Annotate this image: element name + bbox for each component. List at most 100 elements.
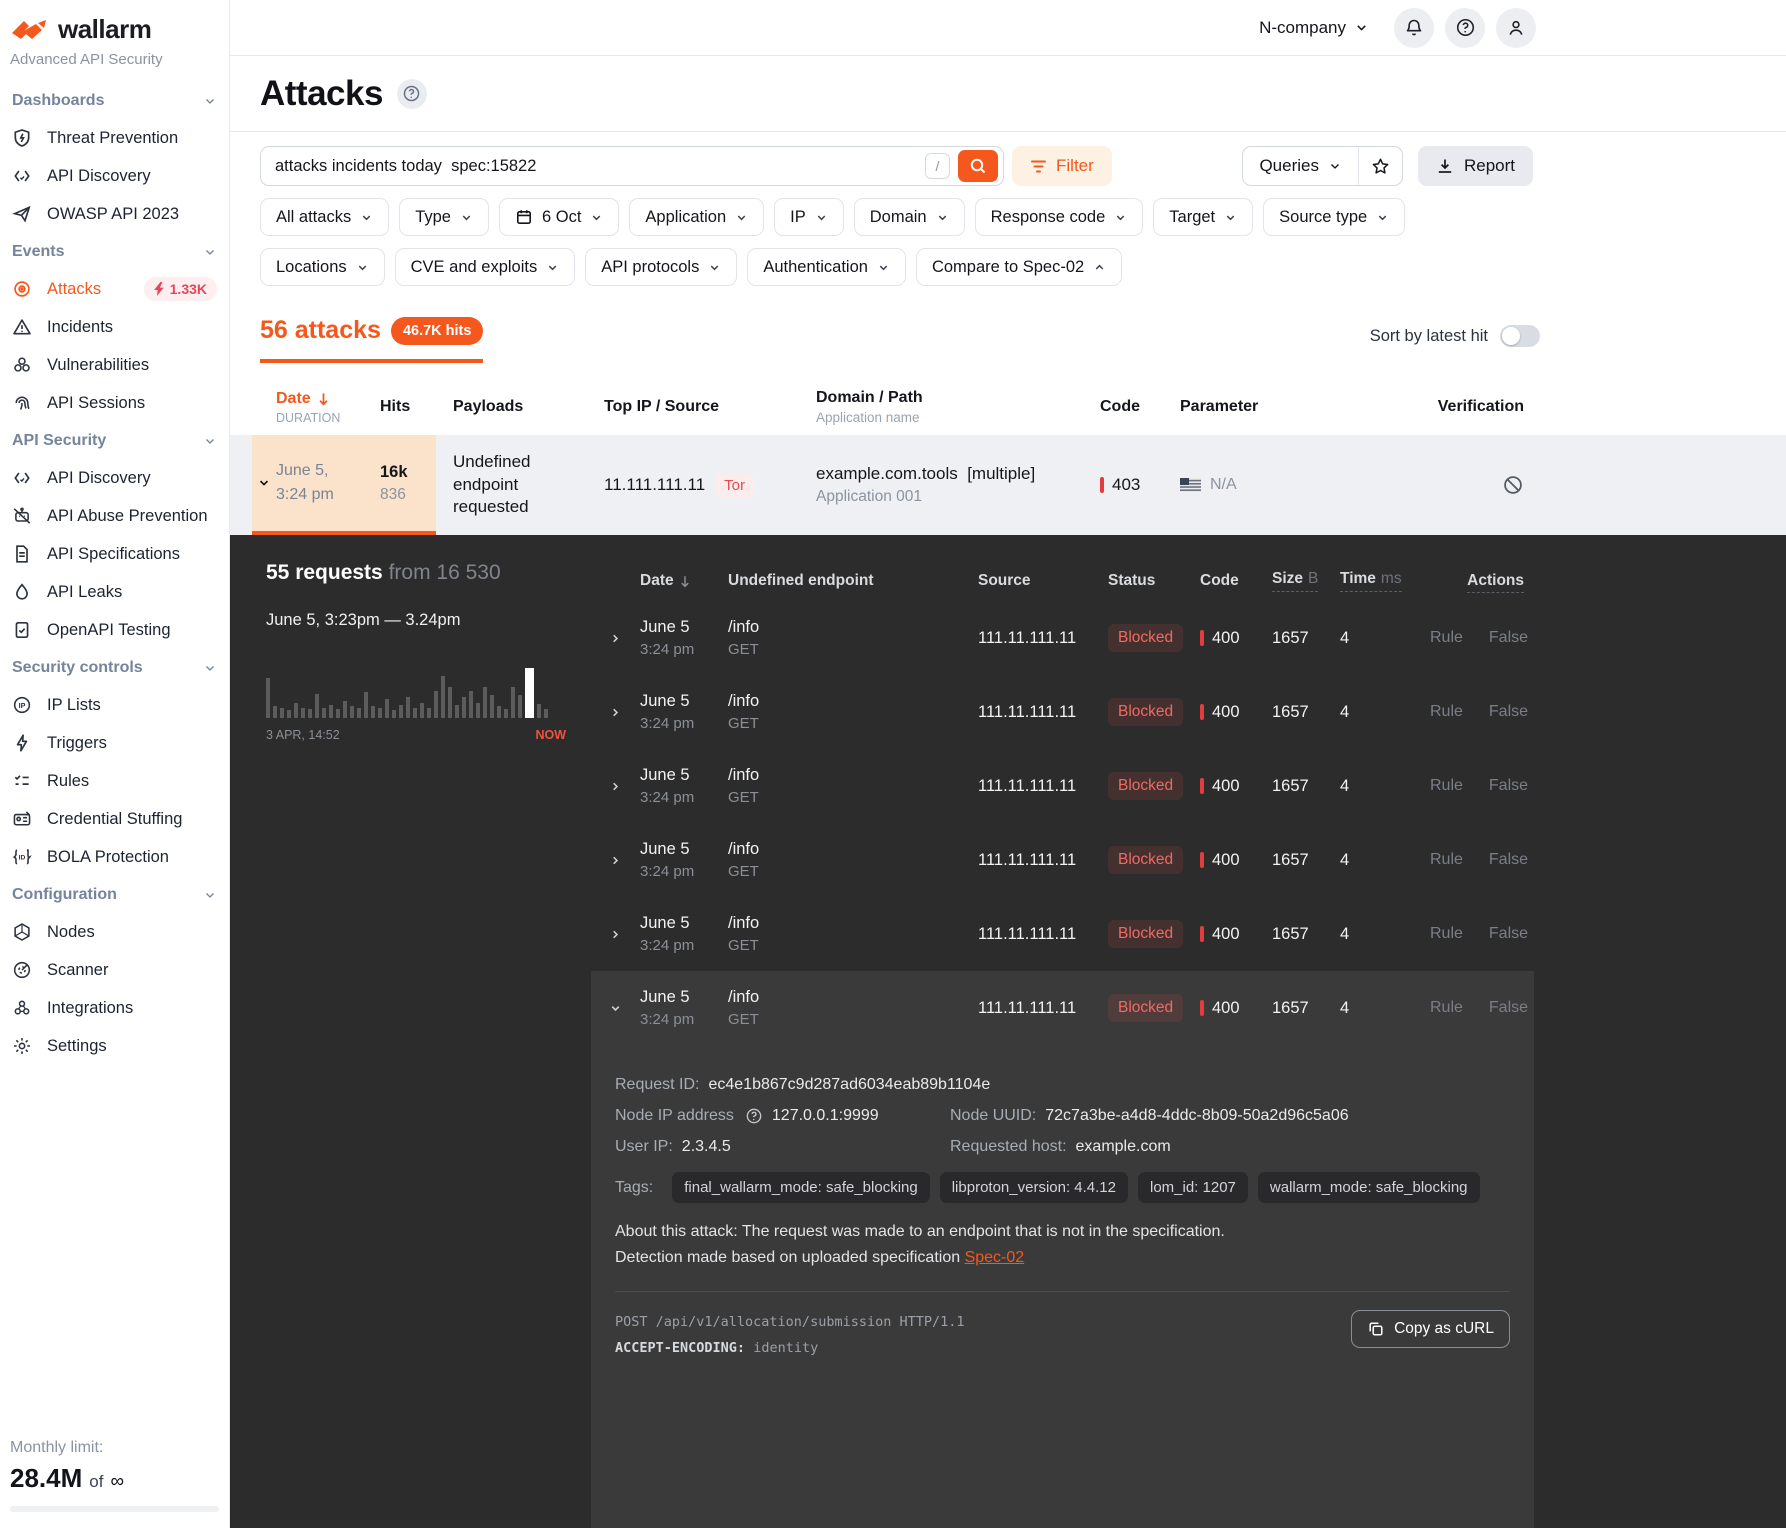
false-action[interactable]: False	[1489, 629, 1528, 647]
sidebar-item-threat-prevention[interactable]: Threat Prevention	[8, 119, 221, 157]
chevron-right-icon[interactable]	[591, 928, 640, 941]
req-column-code[interactable]: Code	[1200, 572, 1272, 590]
filter-chip-source-type[interactable]: Source type	[1263, 198, 1405, 236]
rule-action[interactable]: Rule	[1430, 999, 1463, 1017]
req-column-status[interactable]: Status	[1108, 572, 1200, 590]
column-code[interactable]: Code	[1100, 398, 1180, 416]
sidebar-item-ip-lists[interactable]: IP IP Lists	[8, 686, 221, 724]
collapse-attack-icon[interactable]	[252, 476, 276, 490]
report-button[interactable]: Report	[1418, 146, 1533, 186]
filter-chip-api-protocols[interactable]: API protocols	[585, 248, 737, 286]
tag-chip[interactable]: final_wallarm_mode: safe_blocking	[672, 1172, 929, 1203]
sidebar-item-vulnerabilities[interactable]: Vulnerabilities	[8, 346, 221, 384]
request-row[interactable]: June 53:24 pm /infoGET 111.11.111.11 Blo…	[591, 823, 1534, 897]
attacks-results-tab[interactable]: 56 attacks 46.7K hits	[260, 316, 483, 363]
req-column-date[interactable]: Date	[640, 572, 728, 590]
sidebar-item-settings[interactable]: Settings	[8, 1027, 221, 1065]
request-row[interactable]: June 53:24 pm /infoGET 111.11.111.11 Blo…	[591, 749, 1534, 823]
section-dashboards[interactable]: Dashboards	[8, 82, 221, 119]
filter-chip-locations[interactable]: Locations	[260, 248, 385, 286]
false-action[interactable]: False	[1489, 851, 1528, 869]
sidebar-item-api-abuse-prevention[interactable]: API Abuse Prevention	[8, 497, 221, 535]
filter-chip-response-code[interactable]: Response code	[975, 198, 1144, 236]
rule-action[interactable]: Rule	[1430, 777, 1463, 795]
attack-verification[interactable]	[1434, 474, 1524, 496]
search-button[interactable]	[958, 150, 998, 182]
sidebar-item-scanner[interactable]: Scanner	[8, 951, 221, 989]
filter-chip-type[interactable]: Type	[399, 198, 489, 236]
column-payloads[interactable]: Payloads	[436, 398, 604, 416]
request-row[interactable]: June 53:24 pm /infoGET 111.11.111.11 Blo…	[591, 675, 1534, 749]
sidebar-item-triggers[interactable]: Triggers	[8, 724, 221, 762]
sidebar-item-nodes[interactable]: Nodes	[8, 913, 221, 951]
sidebar-item-api-specifications[interactable]: API Specifications	[8, 535, 221, 573]
section-events[interactable]: Events	[8, 233, 221, 270]
sidebar-item-attacks[interactable]: Attacks 1.33K	[8, 270, 221, 308]
favorite-query-button[interactable]	[1358, 147, 1402, 185]
filter-chip-ip[interactable]: IP	[774, 198, 844, 236]
filter-chip-date[interactable]: 6 Oct	[499, 198, 619, 236]
req-column-endpoint[interactable]: Undefined endpoint	[728, 572, 978, 590]
request-row-expanded[interactable]: June 53:24 pm /infoGET 111.11.111.11 Blo…	[591, 971, 1534, 1045]
filter-button[interactable]: Filter	[1012, 146, 1112, 186]
tag-chip[interactable]: lom_id: 1207	[1138, 1172, 1248, 1203]
column-verification[interactable]: Verification	[1434, 398, 1524, 416]
filter-chip-target[interactable]: Target	[1153, 198, 1253, 236]
attack-payload[interactable]: Undefined endpoint requested	[436, 451, 556, 520]
section-api-security[interactable]: API Security	[8, 422, 221, 459]
sidebar-item-incidents[interactable]: Incidents	[8, 308, 221, 346]
requests-histogram[interactable]	[266, 652, 566, 718]
account-button[interactable]	[1496, 8, 1536, 48]
sidebar-item-rules[interactable]: Rules	[8, 762, 221, 800]
request-row[interactable]: June 53:24 pm /infoGET 111.11.111.11 Blo…	[591, 897, 1534, 971]
chevron-right-icon[interactable]	[591, 854, 640, 867]
filter-chip-domain[interactable]: Domain	[854, 198, 965, 236]
sidebar-item-integrations[interactable]: Integrations	[8, 989, 221, 1027]
tag-chip[interactable]: libproton_version: 4.4.12	[940, 1172, 1128, 1203]
rule-action[interactable]: Rule	[1430, 629, 1463, 647]
chevron-right-icon[interactable]	[591, 706, 640, 719]
help-button[interactable]	[1445, 8, 1485, 48]
false-action[interactable]: False	[1489, 703, 1528, 721]
req-column-size[interactable]: SizeB	[1272, 570, 1340, 592]
queries-dropdown[interactable]: Queries	[1243, 147, 1358, 185]
filter-chip-application[interactable]: Application	[629, 198, 764, 236]
company-switcher[interactable]: N-company	[1259, 18, 1369, 38]
false-action[interactable]: False	[1489, 777, 1528, 795]
sidebar-item-owasp-api-2023[interactable]: OWASP API 2023	[8, 195, 221, 233]
false-action[interactable]: False	[1489, 999, 1528, 1017]
filter-chip-authentication[interactable]: Authentication	[747, 248, 906, 286]
column-top-ip[interactable]: Top IP / Source	[604, 398, 816, 416]
sidebar-item-api-discovery-2[interactable]: API Discovery	[8, 459, 221, 497]
wallarm-logo[interactable]: wallarm	[8, 14, 221, 45]
filter-chip-cve-and-exploits[interactable]: CVE and exploits	[395, 248, 576, 286]
chevron-right-icon[interactable]	[591, 632, 640, 645]
filter-chip-compare-to-spec[interactable]: Compare to Spec-02	[916, 248, 1122, 286]
false-action[interactable]: False	[1489, 925, 1528, 943]
tag-chip[interactable]: wallarm_mode: safe_blocking	[1258, 1172, 1480, 1203]
copy-as-curl-button[interactable]: Copy as cURL	[1351, 1310, 1510, 1348]
rule-action[interactable]: Rule	[1430, 703, 1463, 721]
notifications-button[interactable]	[1394, 8, 1434, 48]
chevron-down-icon[interactable]	[591, 1002, 640, 1015]
req-column-source[interactable]: Source	[978, 572, 1108, 590]
chevron-right-icon[interactable]	[591, 780, 640, 793]
rule-action[interactable]: Rule	[1430, 925, 1463, 943]
question-circle-icon[interactable]	[745, 1107, 763, 1125]
sort-toggle[interactable]	[1500, 325, 1540, 347]
rule-action[interactable]: Rule	[1430, 851, 1463, 869]
search-input[interactable]	[275, 157, 917, 176]
spec-link[interactable]: Spec-02	[965, 1249, 1025, 1266]
section-security-controls[interactable]: Security controls	[8, 649, 221, 686]
section-configuration[interactable]: Configuration	[8, 876, 221, 913]
attack-row[interactable]: June 5, 3:24 pm 16k 836 Undefined endpoi…	[230, 435, 1786, 535]
sidebar-item-openapi-testing[interactable]: OpenAPI Testing	[8, 611, 221, 649]
column-date[interactable]: Date DURATION	[276, 390, 380, 425]
sidebar-item-api-discovery[interactable]: API Discovery	[8, 157, 221, 195]
sidebar-item-api-sessions[interactable]: API Sessions	[8, 384, 221, 422]
request-row[interactable]: June 53:24 pm /infoGET 111.11.111.11 Blo…	[591, 601, 1534, 675]
column-domain[interactable]: Domain / Path Application name	[816, 389, 1100, 425]
sidebar-item-credential-stuffing[interactable]: Credential Stuffing	[8, 800, 221, 838]
filter-chip-all-attacks[interactable]: All attacks	[260, 198, 389, 236]
page-help-button[interactable]	[397, 79, 427, 109]
